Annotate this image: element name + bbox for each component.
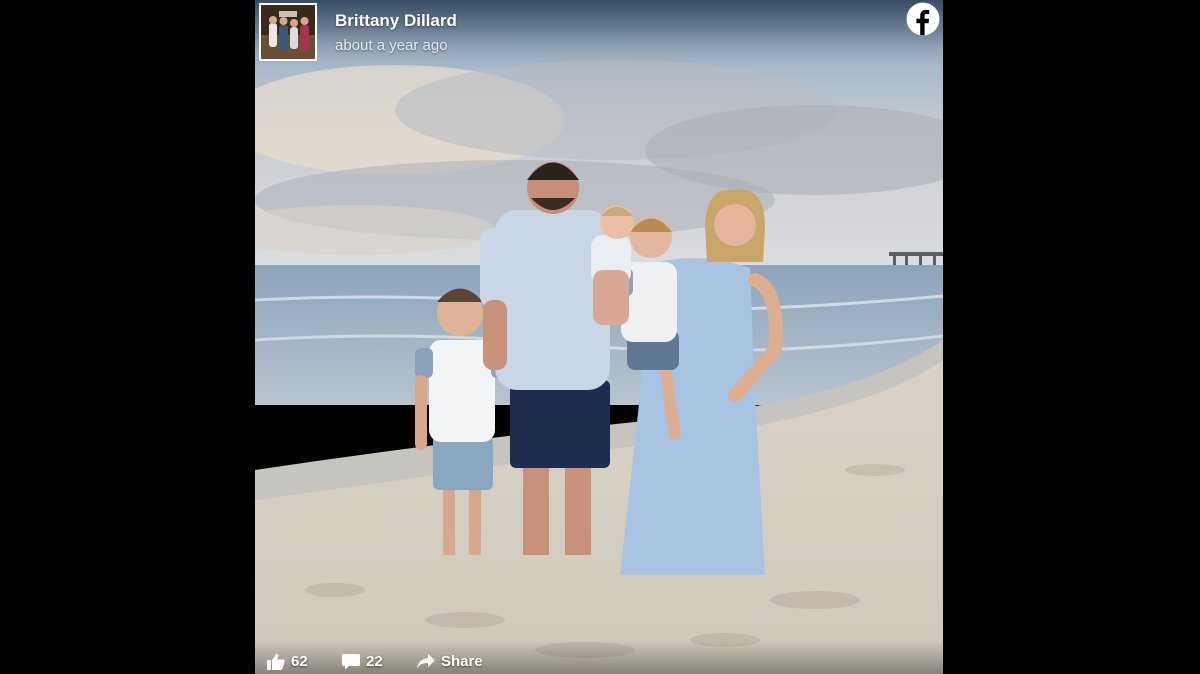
like-count: 62 (291, 652, 308, 670)
thumbs-up-icon (267, 653, 285, 670)
author-name[interactable]: Brittany Dillard (335, 11, 457, 31)
facebook-icon[interactable] (906, 2, 940, 36)
comment-icon (342, 653, 360, 669)
comment-count: 22 (366, 652, 383, 670)
photo-post: Brittany Dillard about a year ago 62 22 … (255, 0, 943, 674)
post-timestamp[interactable]: about a year ago (335, 37, 448, 54)
share-label: Share (441, 652, 483, 670)
avatar-image (261, 5, 315, 59)
comment-button[interactable]: 22 (342, 649, 383, 673)
author-avatar[interactable] (259, 3, 317, 61)
share-arrow-icon (417, 654, 435, 669)
post-header: Brittany Dillard about a year ago (255, 0, 943, 70)
like-button[interactable]: 62 (267, 649, 308, 673)
beach-family-photo[interactable] (255, 0, 943, 674)
share-button[interactable]: Share (417, 649, 483, 673)
